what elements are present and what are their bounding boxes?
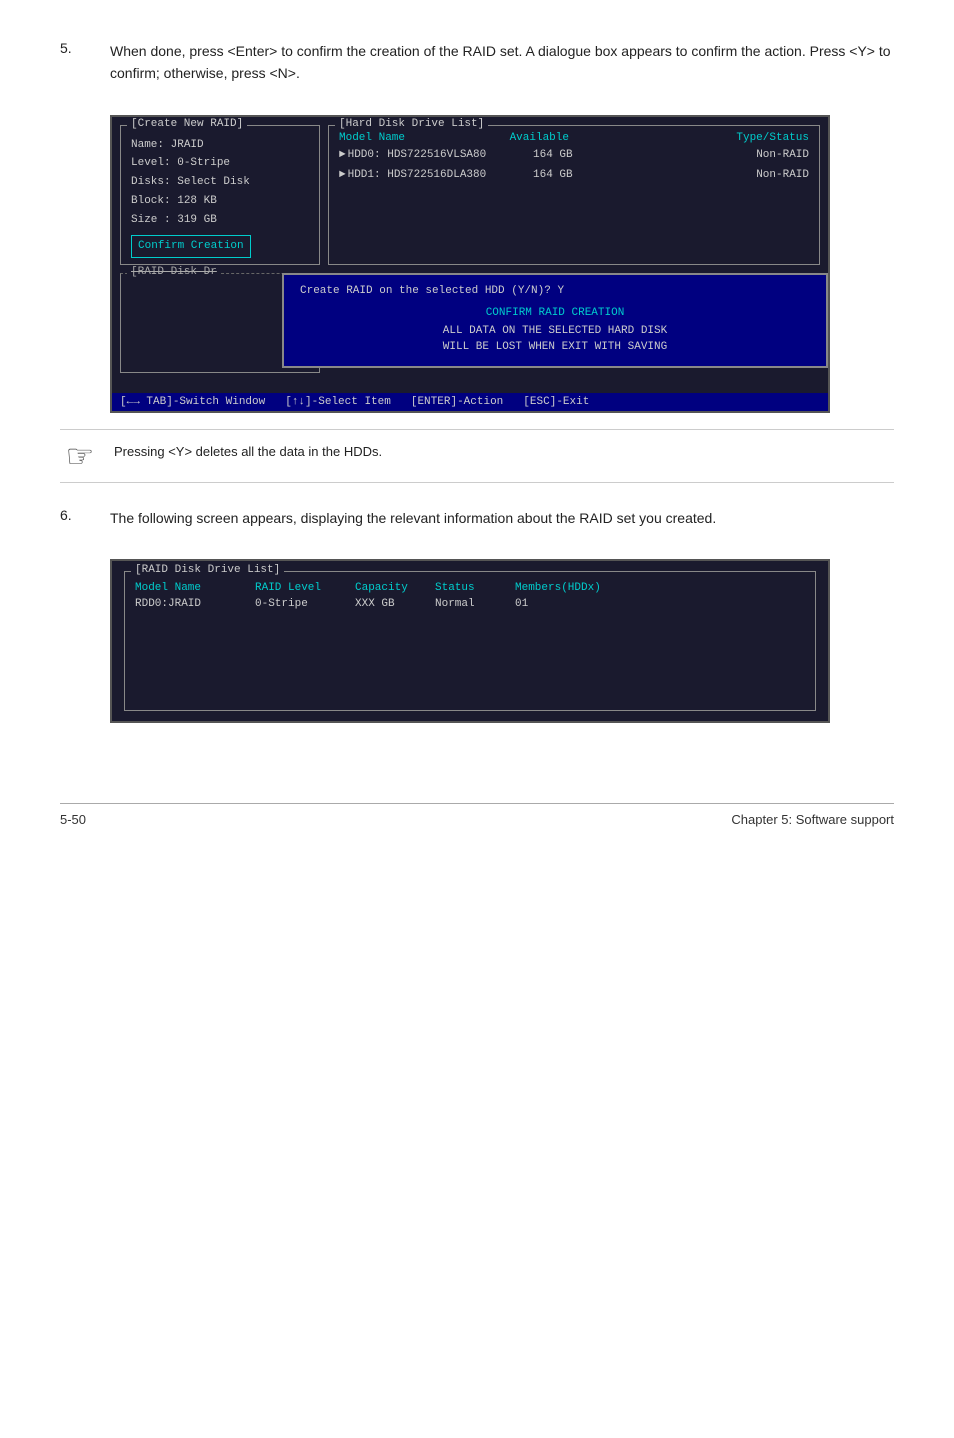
bios-statusbar: [←→ TAB]-Switch Window [↑↓]-Select Item … xyxy=(112,393,828,411)
rd-status: Normal xyxy=(435,598,515,610)
raid-disk-drive-list-panel: [RAID Disk Drive List] Model Name RAID L… xyxy=(124,571,816,711)
warning-line2: WILL BE LOST WHEN EXIT WITH SAVING xyxy=(300,339,810,356)
disk0-type: Non-RAID xyxy=(573,146,809,166)
rh-model: Model Name xyxy=(135,582,255,594)
rh-members: Members(HDDx) xyxy=(515,582,805,594)
statusbar-esc: [ESC]-Exit xyxy=(523,396,589,408)
disk1-arrow: ► xyxy=(339,166,346,186)
step-6: 6. The following screen appears, display… xyxy=(60,507,894,529)
dialog-warning: ALL DATA ON THE SELECTED HARD DISK WILL … xyxy=(300,323,810,356)
bios-screen-2: [RAID Disk Drive List] Model Name RAID L… xyxy=(110,559,830,723)
rh-capacity: Capacity xyxy=(355,582,435,594)
statusbar-select: [↑↓]-Select Item xyxy=(285,396,391,408)
dialog-title: CONFIRM RAID CREATION xyxy=(300,307,810,319)
disk0-arrow: ► xyxy=(339,146,346,166)
raid-list-headers: Model Name RAID Level Capacity Status Me… xyxy=(135,582,805,594)
disk-row-0: ► HDD0: HDS722516VLSA80 164 GB Non-RAID xyxy=(339,146,809,166)
rh-status: Status xyxy=(435,582,515,594)
disk0-name: HDD0: HDS722516VLSA80 xyxy=(348,146,503,166)
name-field: Name: JRAID xyxy=(131,136,309,155)
disk0-size: 164 GB xyxy=(503,146,573,166)
rd-level: 0-Stripe xyxy=(255,598,355,610)
dialog-prompt: Create RAID on the selected HDD (Y/N)? Y xyxy=(300,285,810,297)
confirm-creation-button[interactable]: Confirm Creation xyxy=(131,235,251,258)
hard-disk-drive-list-panel: [Hard Disk Drive List] Model Name Availa… xyxy=(328,125,820,265)
create-panel-content: Name: JRAID Level: 0-Stripe Disks: Selec… xyxy=(131,136,309,258)
bios-bottom-section: [RAID Disk Dr Create RAID on the selecte… xyxy=(112,273,828,393)
col-available-header: Available xyxy=(499,132,569,144)
block-field: Block: 128 KB xyxy=(131,192,309,211)
page-number: 5-50 xyxy=(60,812,86,827)
rd-members: 01 xyxy=(515,598,805,610)
raid-list-title: [RAID Disk Drive List] xyxy=(131,564,284,576)
size-field: Size : 319 GB xyxy=(131,211,309,230)
note-text: Pressing <Y> deletes all the data in the… xyxy=(114,440,382,459)
step-number-6: 6. xyxy=(60,507,90,529)
chapter-title: Chapter 5: Software support xyxy=(731,812,894,827)
note-box: ☞ Pressing <Y> deletes all the data in t… xyxy=(60,429,894,483)
raid-data-row-0: RDD0:JRAID 0-Stripe XXX GB Normal 01 xyxy=(135,598,805,610)
rd-capacity: XXX GB xyxy=(355,598,435,610)
create-new-raid-panel: [Create New RAID] Name: JRAID Level: 0-S… xyxy=(120,125,320,265)
step-5: 5. When done, press <Enter> to confirm t… xyxy=(60,40,894,85)
rh-level: RAID Level xyxy=(255,582,355,594)
step-text-6: The following screen appears, displaying… xyxy=(110,507,716,529)
warning-line1: ALL DATA ON THE SELECTED HARD DISK xyxy=(300,323,810,340)
disk1-size: 164 GB xyxy=(503,166,573,186)
hdd-panel-title: [Hard Disk Drive List] xyxy=(335,118,488,130)
disk-row-1: ► HDD1: HDS722516DLA380 164 GB Non-RAID xyxy=(339,166,809,186)
create-panel-title: [Create New RAID] xyxy=(127,118,247,130)
page-footer: 5-50 Chapter 5: Software support xyxy=(60,803,894,827)
confirm-dialog: Create RAID on the selected HDD (Y/N)? Y… xyxy=(282,273,828,368)
raid-stub-title: [RAID Disk Dr xyxy=(127,266,221,278)
disk1-name: HDD1: HDS722516DLA380 xyxy=(348,166,503,186)
statusbar-tab: [←→ TAB]-Switch Window xyxy=(120,396,265,408)
step-text-5: When done, press <Enter> to confirm the … xyxy=(110,40,894,85)
col-type-header: Type/Status xyxy=(569,132,809,144)
note-icon: ☞ xyxy=(60,440,100,472)
disk1-type: Non-RAID xyxy=(573,166,809,186)
step-number-5: 5. xyxy=(60,40,90,85)
statusbar-enter: [ENTER]-Action xyxy=(411,396,503,408)
hdd-column-headers: Model Name Available Type/Status xyxy=(339,132,809,144)
rd-model: RDD0:JRAID xyxy=(135,598,255,610)
level-field: Level: 0-Stripe xyxy=(131,154,309,173)
bios-screen-1: [Create New RAID] Name: JRAID Level: 0-S… xyxy=(110,115,830,413)
col-model-header: Model Name xyxy=(339,132,499,144)
disks-field: Disks: Select Disk xyxy=(131,173,309,192)
